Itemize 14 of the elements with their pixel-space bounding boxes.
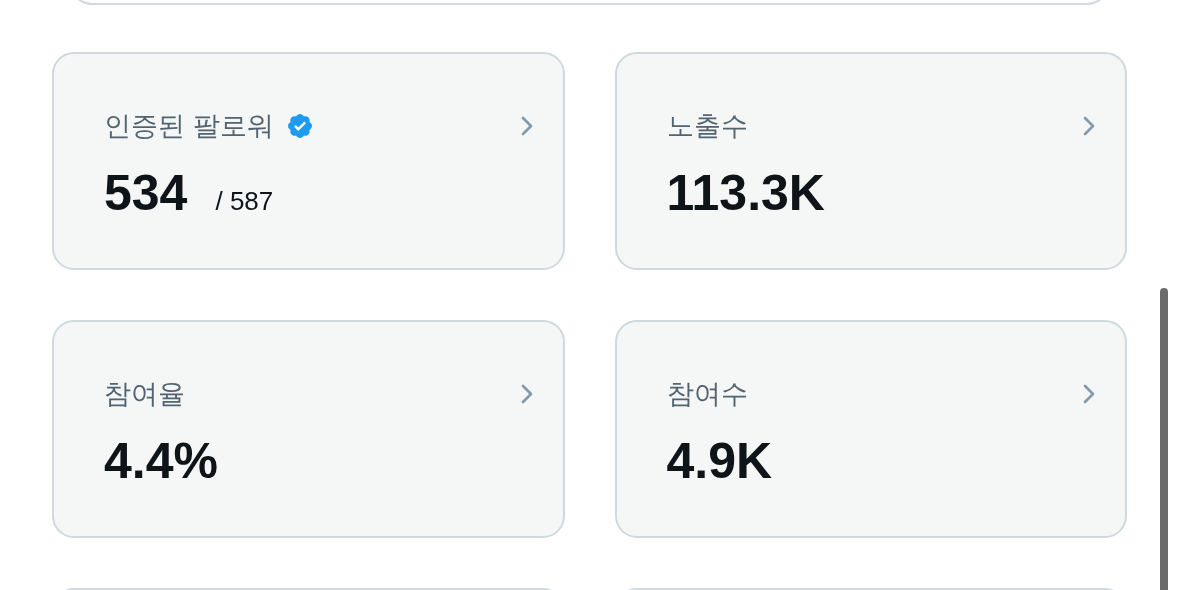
- stat-value: 113.3K: [666, 168, 825, 218]
- stat-label: 노출수: [666, 112, 748, 140]
- stat-label: 참여수: [666, 380, 748, 408]
- stat-value: 534: [104, 168, 188, 218]
- stat-value: 4.9K: [666, 436, 773, 486]
- stat-total: / 587: [215, 188, 274, 214]
- scrollbar[interactable]: [1160, 288, 1168, 590]
- stat-card[interactable]: 참여율 4.4%: [52, 320, 565, 538]
- stat-card[interactable]: 인증된 팔로워 534 / 587: [52, 52, 565, 270]
- stat-value: 4.4%: [104, 436, 218, 486]
- stat-label: 참여율: [104, 380, 185, 408]
- stat-card[interactable]: 노출수 113.3K: [614, 52, 1127, 270]
- stat-label: 인증된 팔로워: [104, 112, 274, 140]
- stat-card[interactable]: 참여수 4.9K: [614, 320, 1127, 538]
